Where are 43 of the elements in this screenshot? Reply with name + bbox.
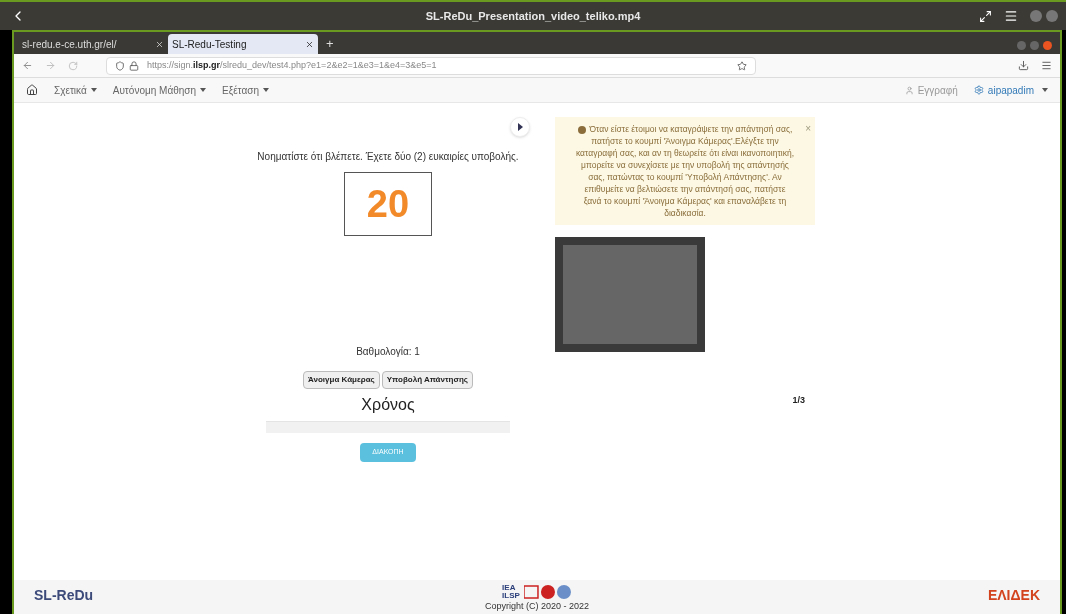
browser-tab[interactable]: SL-Redu-Testing	[168, 34, 318, 54]
caret-icon	[90, 88, 97, 92]
ilsp-logo: IEA ILSP	[502, 584, 520, 600]
fullscreen-icon[interactable]	[979, 9, 992, 23]
window-controls-icon[interactable]	[1030, 10, 1058, 22]
home-icon[interactable]	[26, 84, 38, 96]
elidek-logo: ΕΛΙΔΕΚ	[987, 586, 1040, 605]
copyright-text: Copyright (C) 2020 - 2022	[484, 600, 590, 613]
address-bar[interactable]: https://sign.ilsp.gr/slredu_dev/test4.php?e1=2&e2=1&e3=1&e4=3&e5=1	[106, 56, 756, 75]
caret-icon	[1042, 88, 1048, 92]
bookmark-star-icon[interactable]	[737, 60, 747, 71]
menu-icon[interactable]	[1041, 60, 1052, 71]
nav-menu[interactable]: Σχετικά	[54, 82, 97, 98]
caret-icon	[200, 88, 206, 92]
menu-icon[interactable]	[1004, 9, 1018, 23]
user-menu[interactable]: aipapadim	[973, 82, 1048, 98]
sl-redu-logo: SL-ReDu	[34, 586, 94, 605]
action-button[interactable]: Υποβολή Απάντησης	[381, 371, 473, 389]
back-icon[interactable]	[22, 60, 33, 71]
shield-icon	[115, 60, 125, 71]
download-icon[interactable]	[1018, 60, 1029, 71]
gear-icon	[973, 85, 984, 95]
action-button[interactable]: Άνοιγμα Κάμερας	[303, 371, 380, 389]
info-text: Όταν είστε έτοιμοι να καταγράψετε την απάντησή σας, πατήστε το κουμπί 'Άνοιγμα Κάμερας'.Ελέγξτε την καταγραφή σας, και αν τη θεωρείτε ότι είναι ικανοποιητική, μπορείτε να συνεχίσετε με την υποβολή της απάντησής σας, πατώντας το κουμπί 'Υποβολή Απάντησης'. Αν επιθυμείτε να βελτιώσετε την απάντησή σας, πατήστε ξανά το κουμπί 'Άνοιγμα Κάμερας' και επαναλάβετε τη διαδικασία.	[575, 123, 795, 219]
nav-menu[interactable]: Αυτόνομη Μάθηση	[112, 82, 206, 98]
page-indicator: 1/3	[792, 394, 805, 407]
caret-icon	[262, 88, 269, 92]
window-controls-icon[interactable]	[1017, 41, 1052, 50]
player-title: SL-ReDu_Presentation_video_teliko.mp4	[425, 8, 641, 24]
user-icon	[904, 85, 914, 95]
timer-label: Χρόνος	[361, 395, 415, 415]
close-icon[interactable]	[155, 39, 164, 49]
lock-icon	[129, 60, 139, 71]
url-text: https://sign.ilsp.gr/slredu_dev/test4.php?e1=2&e2=1&e3=1&e4=3&e5=1	[147, 58, 437, 72]
next-arrow-icon[interactable]	[517, 123, 523, 131]
number-text: 20	[366, 181, 410, 227]
instruction-text: Νοηματίστε ότι βλέπετε. Έχετε δύο (2) ευκαιρίες υποβολής.	[257, 150, 519, 164]
partner-logos-drawing	[523, 584, 572, 600]
nav-menu[interactable]: Εξέταση	[222, 82, 269, 98]
new-tab-button[interactable]: +	[318, 34, 342, 54]
score-text: Βαθμολογία: 1	[356, 345, 420, 359]
close-icon[interactable]	[305, 39, 314, 49]
browser-tab[interactable]: sl-redu.e-ce.uth.gr/el/	[18, 34, 168, 54]
